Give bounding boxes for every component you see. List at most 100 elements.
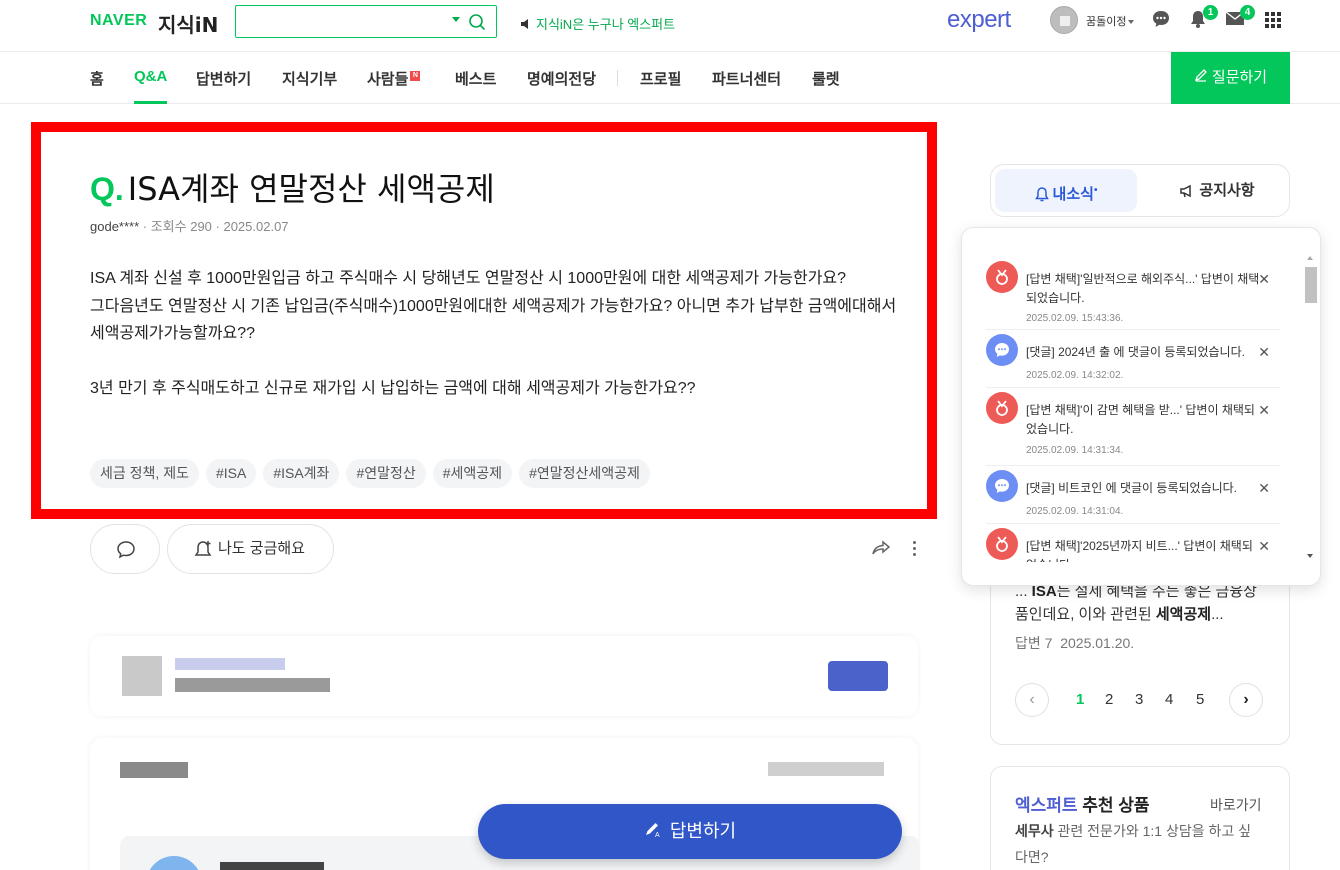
avatar[interactable] xyxy=(1050,6,1078,34)
question-body-paragraph: ISA 계좌 신설 후 1000만원입금 하고 주식매수 시 당해년도 연말정산… xyxy=(90,270,847,287)
close-icon[interactable]: ✕ xyxy=(1258,402,1270,419)
top-bar: NAVER 지식iN 지식iN은 누구나 엑스퍼트 expert 꿈돌이정 1 … xyxy=(0,0,1340,52)
notification-text: [답변 채택]'일반적으로 해외주식...' 답변이 채택되었습니다. xyxy=(1026,272,1260,305)
page-number[interactable]: 1 xyxy=(1076,691,1084,708)
curious-too-button[interactable]: 나도 궁금해요 xyxy=(167,524,334,574)
prev-page-button[interactable]: ‹ xyxy=(1015,683,1049,717)
notification-item[interactable]: [댓글] 비트코인 에 댓글이 등록되었습니다. 2025.02.09. 14:… xyxy=(986,466,1280,524)
notification-text: [댓글] 비트코인 에 댓글이 등록되었습니다. xyxy=(1026,481,1238,495)
scroll-up-icon[interactable] xyxy=(1307,256,1313,260)
nav-partner-center[interactable]: 파트너센터 xyxy=(712,68,781,104)
notice-link[interactable]: 지식iN은 누구나 엑스퍼트 xyxy=(520,14,675,33)
nav-hall-of-fame[interactable]: 명예의전당 xyxy=(527,68,596,104)
expert-title-rest: 추천 상품 xyxy=(1077,796,1150,815)
notification-item[interactable]: [댓글] 2024년 출 에 댓글이 등록되었습니다. 2025.02.09. … xyxy=(986,330,1280,388)
question-title: Q. ISA계좌 연말정산 세액공제 xyxy=(90,164,495,210)
nav-profile[interactable]: 프로필 xyxy=(640,68,681,104)
question-author[interactable]: gode**** xyxy=(90,219,139,234)
speaker-icon xyxy=(520,18,532,33)
naver-logo[interactable]: NAVER xyxy=(90,12,147,30)
bell-icon[interactable]: 1 xyxy=(1188,5,1218,34)
answer-selected-icon xyxy=(986,261,1018,293)
tag-item[interactable]: #세액공제 xyxy=(432,459,513,488)
related-date: 2025.01.20. xyxy=(1060,635,1135,651)
mail-icon[interactable]: 4 xyxy=(1225,5,1255,32)
question-body-blank xyxy=(90,348,912,376)
expert-go-link[interactable]: 바로가기 xyxy=(1210,795,1262,815)
bell-plus-icon xyxy=(194,541,212,556)
expert-recommend-title: 엑스퍼트 추천 상품 xyxy=(1015,791,1150,816)
page-number[interactable]: 2 xyxy=(1105,691,1113,708)
related-snippet[interactable]: ... ISA는 절세 혜택을 주는 좋은 금융상품인데요, 이와 관련된 세액… xyxy=(1015,580,1265,626)
next-page-button[interactable]: › xyxy=(1229,683,1263,717)
search-input[interactable] xyxy=(235,5,497,38)
ask-question-button[interactable]: 질문하기 xyxy=(1171,52,1290,104)
comment-icon xyxy=(117,541,135,559)
blurred-text xyxy=(120,762,188,778)
curious-too-label: 나도 궁금해요 xyxy=(218,540,305,557)
search-icon[interactable] xyxy=(468,13,486,36)
blurred-avatar xyxy=(122,656,162,696)
answer-selected-icon xyxy=(986,392,1018,424)
notification-item[interactable]: [답변 채택]'일반적으로 해외주식...' 답변이 채택되었습니다. 2025… xyxy=(986,257,1280,330)
nav-qa[interactable]: Q&A xyxy=(134,68,168,104)
page-number[interactable]: 3 xyxy=(1135,691,1143,708)
username: 꿈돌이정 xyxy=(1086,16,1127,28)
expert-logo[interactable]: expert xyxy=(947,6,1011,34)
nav-roulette[interactable]: 룰렛 xyxy=(812,68,840,104)
nav-people-label: 사람들 xyxy=(367,71,409,88)
nav-divider xyxy=(617,70,618,86)
blurred-button xyxy=(828,661,888,691)
pagination: ‹ 1 2 3 4 5 › xyxy=(1015,683,1265,717)
close-icon[interactable]: ✕ xyxy=(1258,480,1270,497)
tag-item[interactable]: #연말정산 xyxy=(346,459,426,488)
blurred-text xyxy=(220,862,324,870)
tag-item[interactable]: #ISA xyxy=(205,459,257,488)
notification-time: 2025.02.09. 14:32:02. xyxy=(1026,370,1124,381)
notification-scrollbar[interactable] xyxy=(1304,254,1317,560)
more-options-icon[interactable] xyxy=(913,541,921,559)
close-icon[interactable]: ✕ xyxy=(1258,538,1270,555)
notification-item[interactable]: [답변 채택]'이 감면 혜택을 받...' 답변이 채택되었습니다. 2025… xyxy=(986,388,1280,466)
new-badge: N xyxy=(410,71,421,81)
nav-people[interactable]: 사람들 N xyxy=(367,68,421,104)
notification-time: 2025.02.09. 14:31:04. xyxy=(1026,506,1124,517)
close-icon[interactable]: ✕ xyxy=(1258,344,1270,361)
expert-desc-bold: 세무사 xyxy=(1015,823,1054,839)
tag-item[interactable]: 세금 정책, 제도 xyxy=(90,459,199,488)
mail-badge: 4 xyxy=(1240,5,1255,20)
write-answer-button[interactable]: A 답변하기 xyxy=(478,804,902,859)
share-icon[interactable] xyxy=(871,539,891,562)
tag-item[interactable]: #연말정산세액공제 xyxy=(519,459,650,488)
tag-item[interactable]: #ISA계좌 xyxy=(263,459,340,488)
chat-icon[interactable] xyxy=(1151,9,1171,34)
comment-button[interactable] xyxy=(90,524,160,574)
notification-text: [답변 채택]'이 감면 혜택을 받...' 답변이 채택되었습니다. xyxy=(1026,403,1255,436)
notification-list[interactable]: [답변 채택]'일반적으로 해외주식...' 답변이 채택되었습니다. 2025… xyxy=(962,248,1302,562)
chevron-down-icon xyxy=(1128,20,1135,25)
tab-my-news[interactable]: 내소식• xyxy=(995,169,1137,212)
expert-title-brand: 엑스퍼트 xyxy=(1015,796,1078,815)
page-number[interactable]: 5 xyxy=(1196,691,1204,708)
nav-donate[interactable]: 지식기부 xyxy=(282,68,337,104)
apps-grid-icon[interactable] xyxy=(1265,12,1281,28)
scroll-thumb[interactable] xyxy=(1305,267,1317,303)
notice-text: 지식iN은 누구나 엑스퍼트 xyxy=(536,17,676,32)
nav-best[interactable]: 베스트 xyxy=(455,68,496,104)
write-answer-label: 답변하기 xyxy=(669,821,737,841)
pencil-icon: A xyxy=(644,805,662,860)
username-menu[interactable]: 꿈돌이정 xyxy=(1086,13,1135,29)
notification-item[interactable]: [답변 채택]'2025년까지 비트...' 답변이 채택되었습니다. ✕ xyxy=(986,524,1280,562)
scroll-down-icon[interactable] xyxy=(1307,554,1313,558)
close-icon[interactable]: ✕ xyxy=(1258,271,1270,288)
page-number[interactable]: 4 xyxy=(1165,691,1173,708)
bell-icon xyxy=(1034,187,1049,202)
related-keyword: 세액공제 xyxy=(1155,606,1212,623)
nav-home[interactable]: 홈 xyxy=(90,68,104,104)
question-body-paragraph: 3년 만기 후 주식매도하고 신규로 재가입 시 납입하는 금액에 대해 세액공… xyxy=(90,380,696,397)
tab-notices[interactable]: 공지사항 xyxy=(1147,169,1287,212)
nav-answer[interactable]: 답변하기 xyxy=(196,68,251,104)
search-dropdown-icon[interactable] xyxy=(452,17,460,22)
service-logo[interactable]: 지식iN xyxy=(158,9,218,38)
answer-profile-card xyxy=(90,636,918,716)
